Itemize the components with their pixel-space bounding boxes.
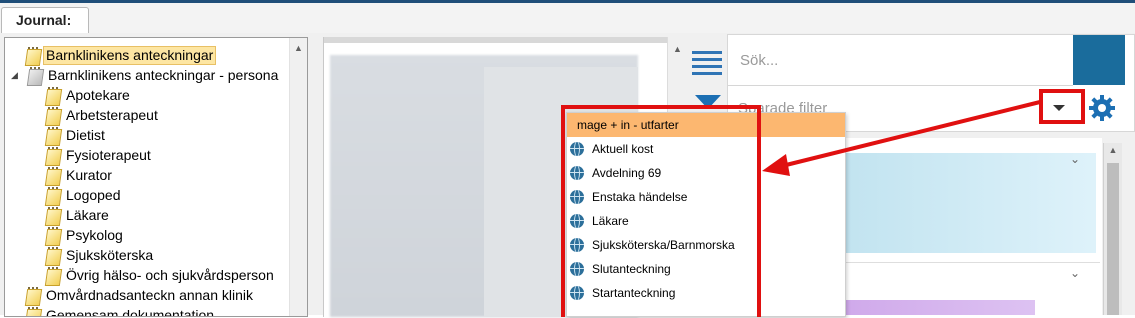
annotation-arrow [762, 100, 1041, 176]
